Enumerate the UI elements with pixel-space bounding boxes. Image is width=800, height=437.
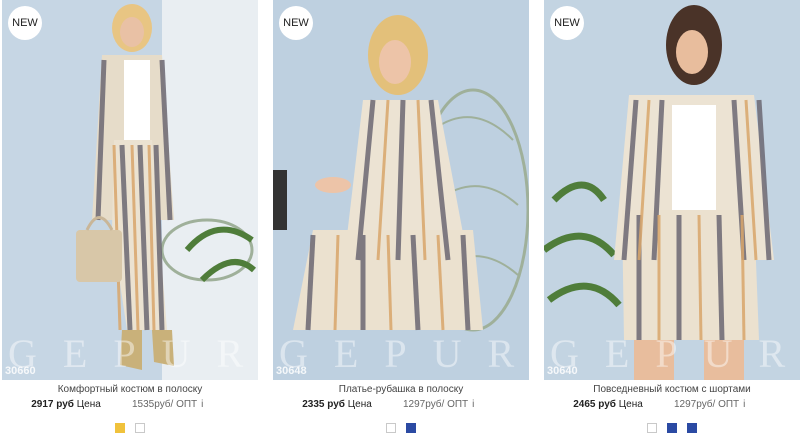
color-swatches [273,423,529,433]
color-swatch-white[interactable] [647,423,657,433]
product-name[interactable]: Повседневный костюм с шортами [544,383,800,397]
price-label: Цена [618,399,643,410]
wholesale-price: 1297руб/ ОПТ i [403,399,523,410]
color-swatch-white[interactable] [135,423,145,433]
color-swatch-blue[interactable] [667,423,677,433]
new-badge: NEW [8,6,42,40]
product-name[interactable]: Платье-рубашка в полоску [273,383,529,397]
product-card[interactable]: NEW GEPURG 30660 Комфортный костюм в пол… [2,0,258,437]
price-row: 2335 руб Цена 1297руб/ ОПТ i [273,399,529,417]
price-value: 2465 руб [573,399,616,410]
color-swatch-yellow[interactable] [115,423,125,433]
new-badge: NEW [550,6,584,40]
price-row: 2917 руб Цена 1535руб/ ОПТ i [2,399,258,417]
color-swatch-blue[interactable] [406,423,416,433]
product-name[interactable]: Комфортный костюм в полоску [2,383,258,397]
product-photo[interactable]: NEW GEPURG 30648 [273,0,529,380]
product-photo[interactable]: NEW GEPURG 30660 [2,0,258,380]
retail-price: 2335 руб Цена [273,399,401,410]
product-sku: 30660 [5,365,36,377]
retail-price: 2917 руб Цена [2,399,130,410]
model-illustration [273,0,529,380]
wholesale-price: 1535руб/ ОПТ i [132,399,252,410]
product-card[interactable]: NEW GEPURG 30648 Платье-рубашка в полоск… [273,0,529,437]
product-sku: 30640 [547,365,578,377]
model-illustration [2,0,258,380]
info-icon[interactable]: i [472,399,474,410]
price-label: Цена [76,399,101,410]
price-label: Цена [347,399,372,410]
color-swatch-white[interactable] [386,423,396,433]
wholesale-price-value: 1297руб/ ОПТ [403,399,469,410]
color-swatches [544,423,800,433]
product-grid: NEW GEPURG 30660 Комфортный костюм в пол… [0,0,800,437]
model-illustration [544,0,800,380]
price-value: 2917 руб [31,399,74,410]
wholesale-price: 1297руб/ ОПТ i [674,399,794,410]
wholesale-price-value: 1535руб/ ОПТ [132,399,198,410]
price-row: 2465 руб Цена 1297руб/ ОПТ i [544,399,800,417]
watermark: GEPURG [279,331,529,376]
wholesale-price-value: 1297руб/ ОПТ [674,399,740,410]
color-swatch-blue[interactable] [687,423,697,433]
info-icon[interactable]: i [201,399,203,410]
watermark: GEPURG [8,331,258,376]
new-badge: NEW [279,6,313,40]
product-photo[interactable]: NEW GEPURG 30640 [544,0,800,380]
price-value: 2335 руб [302,399,345,410]
watermark: GEPURG [550,331,800,376]
product-sku: 30648 [276,365,307,377]
info-icon[interactable]: i [743,399,745,410]
retail-price: 2465 руб Цена [544,399,672,410]
product-card[interactable]: NEW GEPURG 30640 Повседневный костюм с ш… [544,0,800,437]
color-swatches [2,423,258,433]
